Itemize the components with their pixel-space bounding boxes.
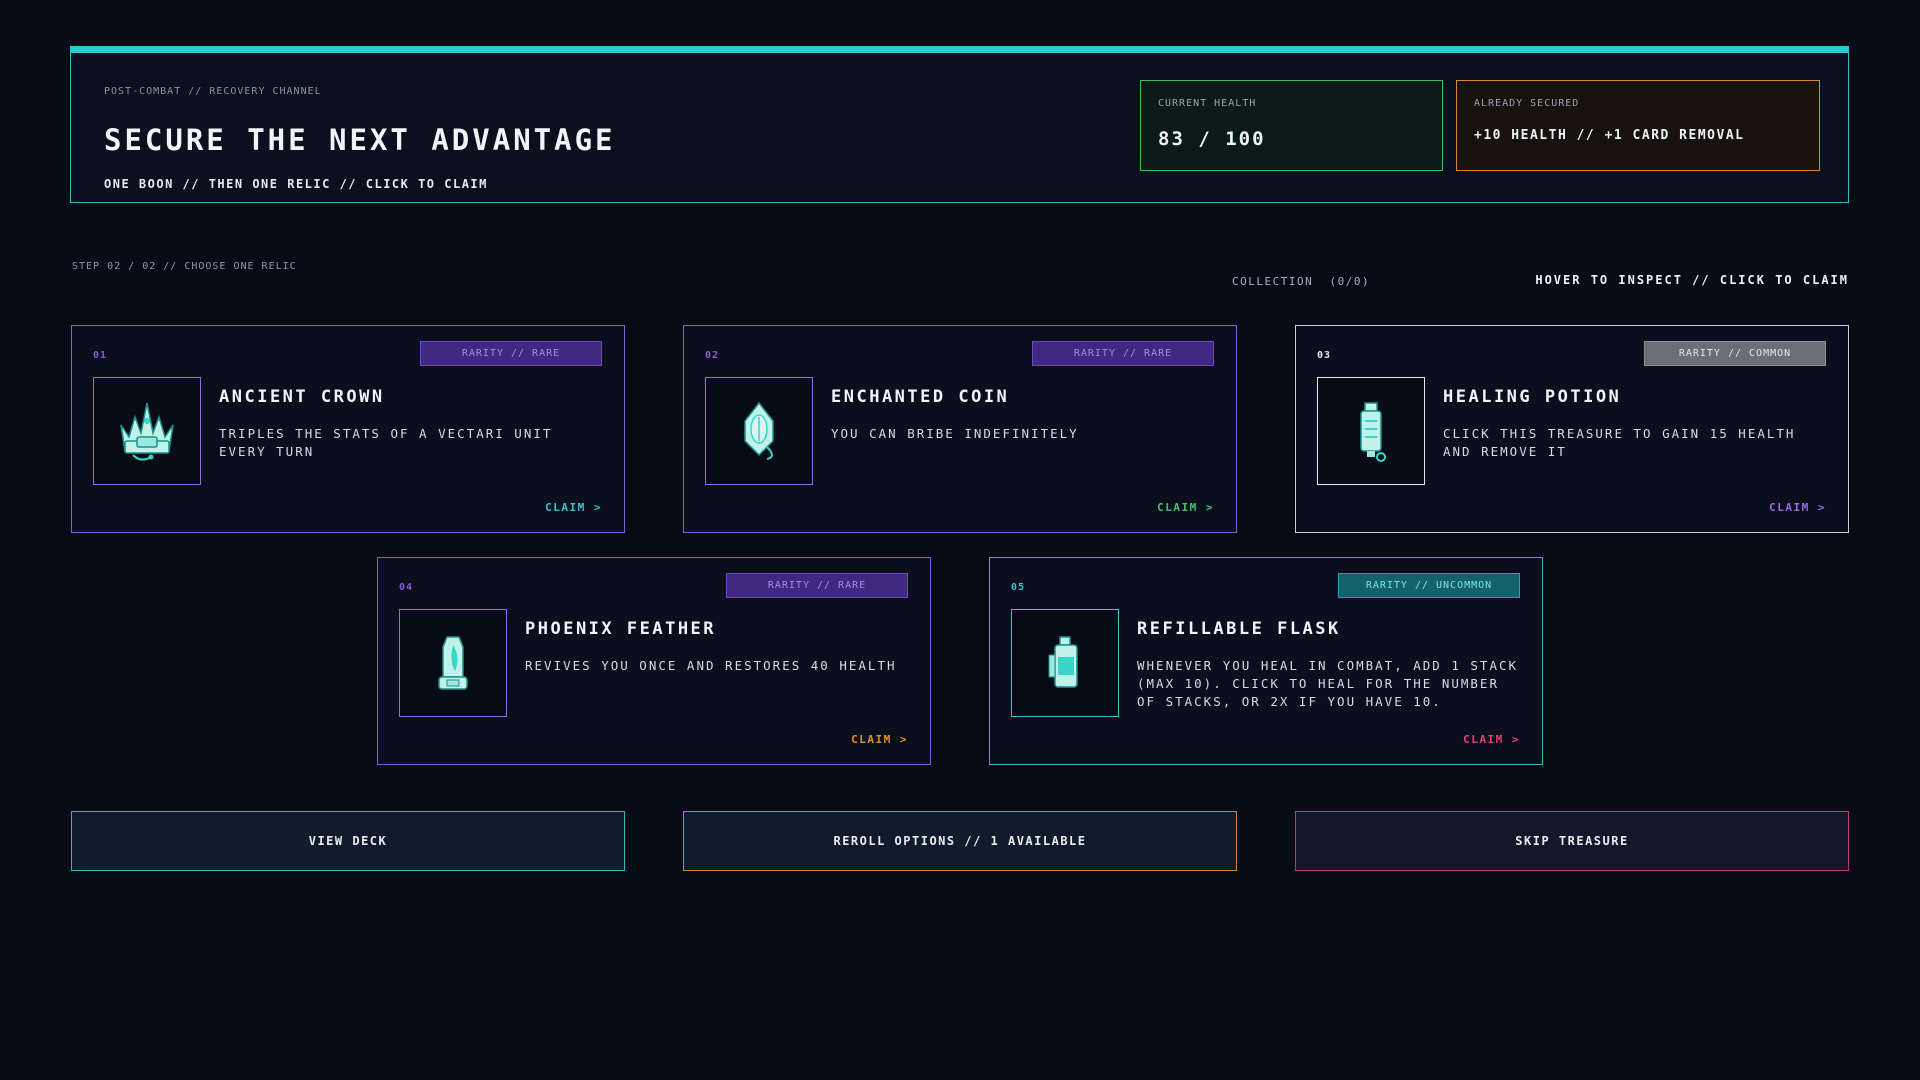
relic-number: 02 xyxy=(705,350,720,361)
relic-icon-frame xyxy=(399,609,507,717)
coin-icon xyxy=(744,401,774,460)
potion-icon xyxy=(1360,402,1386,462)
health-label: CURRENT HEALTH xyxy=(1158,98,1257,109)
already-secured-panel: ALREADY SECURED +10 HEALTH // +1 CARD RE… xyxy=(1456,80,1820,171)
reroll-options-button[interactable]: REROLL OPTIONS // 1 AVAILABLE xyxy=(683,811,1237,871)
header-subtitle: ONE BOON // THEN ONE RELIC // CLICK TO C… xyxy=(104,177,488,191)
claim-button[interactable]: CLAIM > xyxy=(1157,501,1214,514)
claim-button[interactable]: CLAIM > xyxy=(851,733,908,746)
header-panel: POST-COMBAT // RECOVERY CHANNEL SECURE T… xyxy=(70,46,1849,203)
health-value: 83 / 100 xyxy=(1158,128,1266,150)
view-deck-button[interactable]: VIEW DECK xyxy=(71,811,625,871)
relic-icon-frame xyxy=(1317,377,1425,485)
relic-name: PHOENIX FEATHER xyxy=(525,619,717,639)
secured-label: ALREADY SECURED xyxy=(1474,98,1580,109)
feather-icon xyxy=(438,636,468,690)
current-health-panel: CURRENT HEALTH 83 / 100 xyxy=(1140,80,1443,171)
crown-icon xyxy=(120,402,174,461)
relic-card-ancient-crown[interactable]: 01 RARITY // RARE ANCIENT CROWN TRIPLES … xyxy=(71,325,625,533)
relic-icon-frame xyxy=(93,377,201,485)
relic-description: REVIVES YOU ONCE AND RESTORES 40 HEALTH xyxy=(525,658,897,673)
relic-number: 03 xyxy=(1317,350,1332,361)
relic-card-enchanted-coin[interactable]: 02 RARITY // RARE ENCHANTED COIN YOU CAN… xyxy=(683,325,1237,533)
relic-description: TRIPLES THE STATS OF A VECTARI UNIT EVER… xyxy=(219,426,553,459)
relic-number: 01 xyxy=(93,350,108,361)
rarity-badge: RARITY // UNCOMMON xyxy=(1338,573,1520,598)
relic-card-healing-potion[interactable]: 03 RARITY // COMMON HEALING POTION CLICK… xyxy=(1295,325,1849,533)
header-kicker: POST-COMBAT // RECOVERY CHANNEL xyxy=(104,86,322,97)
relic-number: 05 xyxy=(1011,582,1026,593)
relic-description: YOU CAN BRIBE INDEFINITELY xyxy=(831,426,1079,441)
relic-card-phoenix-feather[interactable]: 04 RARITY // RARE PHOENIX FEATHER REVIVE… xyxy=(377,557,931,765)
relic-name: ANCIENT CROWN xyxy=(219,387,385,407)
secured-value: +10 HEALTH // +1 CARD REMOVAL xyxy=(1474,128,1745,143)
claim-button[interactable]: CLAIM > xyxy=(1769,501,1826,514)
skip-treasure-button[interactable]: SKIP TREASURE xyxy=(1295,811,1849,871)
rarity-badge: RARITY // COMMON xyxy=(1644,341,1826,366)
instruction-hint: HOVER TO INSPECT // CLICK TO CLAIM xyxy=(1535,273,1849,287)
collection-counter: COLLECTION (0/0) xyxy=(1232,275,1371,288)
claim-button[interactable]: CLAIM > xyxy=(545,501,602,514)
relic-description: WHENEVER YOU HEAL IN COMBAT, ADD 1 STACK… xyxy=(1137,658,1519,709)
relic-number: 04 xyxy=(399,582,414,593)
claim-button[interactable]: CLAIM > xyxy=(1463,733,1520,746)
step-indicator: STEP 02 / 02 // CHOOSE ONE RELIC xyxy=(72,261,297,272)
rarity-badge: RARITY // RARE xyxy=(420,341,602,366)
relic-description: CLICK THIS TREASURE TO GAIN 15 HEALTH AN… xyxy=(1443,426,1796,459)
relic-icon-frame xyxy=(705,377,813,485)
rarity-badge: RARITY // RARE xyxy=(726,573,908,598)
relic-name: HEALING POTION xyxy=(1443,387,1622,407)
relic-card-refillable-flask[interactable]: 05 RARITY // UNCOMMON REFILLABLE FLASK W… xyxy=(989,557,1543,765)
flask-icon xyxy=(1048,636,1078,688)
relic-icon-frame xyxy=(1011,609,1119,717)
relic-name: REFILLABLE FLASK xyxy=(1137,619,1341,639)
rarity-badge: RARITY // RARE xyxy=(1032,341,1214,366)
relic-name: ENCHANTED COIN xyxy=(831,387,1010,407)
page-title: SECURE THE NEXT ADVANTAGE xyxy=(104,123,616,157)
